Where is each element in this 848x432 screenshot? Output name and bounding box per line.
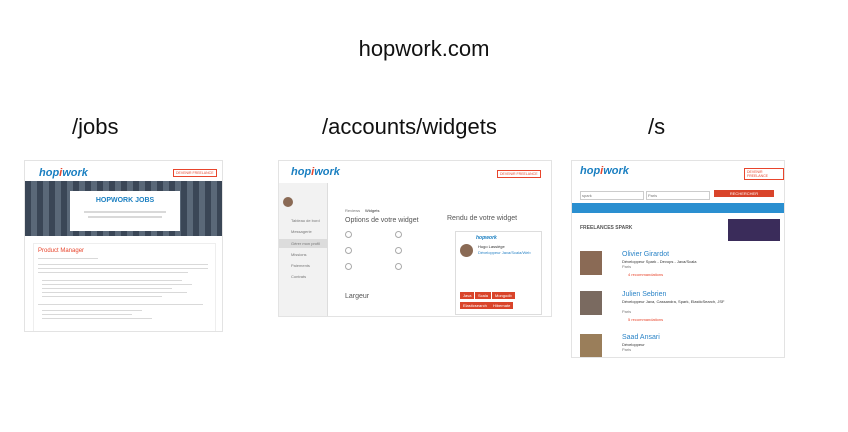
result-city: Paris (622, 347, 632, 352)
widget-tag: Scala (475, 292, 492, 299)
widget-brand: hopwork (476, 235, 497, 241)
option-radio[interactable] (345, 231, 352, 238)
option-radio[interactable] (345, 247, 352, 254)
text-line (42, 292, 187, 293)
location-input[interactable]: Paris (646, 191, 710, 200)
sidebar-item-messages[interactable]: Messagerie (291, 229, 312, 234)
text-line (42, 280, 182, 281)
result-name[interactable]: Julien Sebrien (622, 291, 666, 298)
text-line (42, 288, 172, 289)
result-reco: 5 recommandations (628, 317, 664, 322)
text-line (38, 258, 98, 259)
render-title: Rendu de votre widget (447, 215, 518, 222)
jobs-banner-line (88, 216, 162, 218)
jobs-cta-button[interactable]: DEVENIR FREELANCE (173, 169, 217, 177)
page-title: hopwork.com (358, 36, 490, 61)
widget-tag: Elasticsearch (460, 302, 490, 309)
sidebar-item-missions[interactable]: Missions (291, 252, 307, 257)
label-jobs: /jobs (72, 114, 119, 139)
width-title: Largeur (345, 293, 370, 300)
avatar (283, 197, 293, 207)
text-line (38, 264, 208, 265)
result-title: Développeur Java, Cassandra, Spark, Elas… (622, 299, 725, 304)
promo-banner[interactable] (728, 219, 780, 241)
sidebar-item-profile[interactable]: Gérer mon profil (279, 239, 327, 248)
text-line (42, 284, 192, 285)
widget-preview-card: hopwork Hugo Lassiège Développeur Java/S… (455, 231, 542, 315)
text-line (38, 272, 188, 273)
search-input[interactable]: spark (580, 191, 644, 200)
result-avatar (580, 291, 602, 315)
text-line (38, 304, 203, 305)
jobs-content: Product Manager (33, 243, 216, 331)
option-radio[interactable] (345, 263, 352, 270)
result-name[interactable]: Olivier Girardot (622, 251, 669, 258)
search-screenshot: hopiwork DEVENIR FREELANCE spark Paris R… (571, 160, 785, 358)
label-accounts-widgets: /accounts/widgets (322, 114, 497, 139)
job-post-title[interactable]: Product Manager (38, 248, 84, 254)
text-line (38, 268, 208, 269)
search-button[interactable]: RECHERCHER (714, 190, 774, 197)
sidebar-item-profile-label: Gérer mon profil (291, 241, 320, 246)
widget-tag: Java (460, 292, 475, 299)
sidebar-item-contracts[interactable]: Contrats (291, 274, 306, 279)
result-name[interactable]: Saad Ansari (622, 334, 660, 341)
jobs-screenshot: hopiwork DEVENIR FREELANCE HOPWORK JOBS … (24, 160, 223, 332)
tab-reviews[interactable]: Reviews (345, 208, 360, 213)
result-title: Développeur Spark - Devops - Java/Scala (622, 259, 697, 264)
result-city: Paris (622, 264, 632, 269)
options-title: Options de votre widget (345, 217, 419, 224)
widgets-screenshot: hopiwork DEVENIR FREELANCE Tableau de bo… (278, 160, 552, 317)
option-radio[interactable] (395, 247, 402, 254)
option-radio[interactable] (395, 231, 402, 238)
result-city: Paris (622, 309, 632, 314)
sidebar-item-payments[interactable]: Paiements (291, 263, 310, 268)
widgets-logo[interactable]: hopiwork (291, 166, 340, 178)
widget-tag: Hibernate (490, 302, 514, 309)
result-avatar (580, 334, 602, 357)
text-line (42, 318, 152, 319)
option-radio[interactable] (395, 263, 402, 270)
section-title: FREELANCES SPARK (580, 225, 633, 231)
result-reco: 4 recommandations (628, 272, 664, 277)
filter-bar (572, 203, 784, 213)
widget-name: Hugo Lassiège (478, 244, 505, 249)
result-avatar (580, 251, 602, 275)
widget-avatar (460, 244, 473, 257)
text-line (42, 310, 142, 311)
search-cta-button[interactable]: DEVENIR FREELANCE (744, 168, 784, 180)
text-line (42, 314, 132, 315)
jobs-banner-line (84, 211, 166, 213)
text-line (42, 296, 162, 297)
jobs-logo[interactable]: hopiwork (39, 167, 88, 179)
widgets-cta-button[interactable]: DEVENIR FREELANCE (497, 170, 541, 178)
widgets-sidebar: Tableau de bord Messagerie Gérer mon pro… (279, 183, 328, 316)
widget-role: Développeur Java/Scala/Web (478, 250, 531, 255)
search-logo[interactable]: hopiwork (580, 165, 629, 177)
widget-tag: Mongodb (492, 292, 515, 299)
tab-widgets[interactable]: Widgets (365, 208, 379, 213)
jobs-banner-title: HOPWORK JOBS (95, 197, 155, 204)
label-search: /s (648, 114, 666, 139)
jobs-banner-card: HOPWORK JOBS (70, 191, 180, 231)
sidebar-item-dashboard[interactable]: Tableau de bord (291, 218, 320, 223)
